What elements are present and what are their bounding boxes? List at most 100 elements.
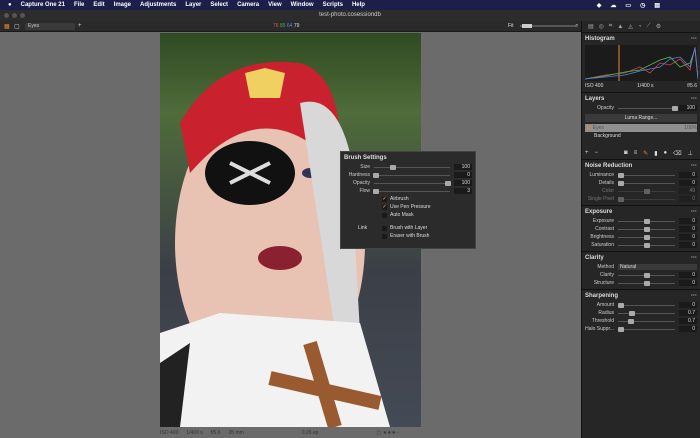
eraser-icon[interactable]: ⌫ [673,150,681,157]
slider-value[interactable]: 0 [679,242,697,248]
slider[interactable] [374,180,452,186]
slider[interactable] [618,272,675,278]
menu-window[interactable]: Window [291,2,314,8]
menu-layer[interactable]: Layer [185,2,201,8]
checkbox-use-pen-pressure[interactable]: ✓ Use Pen Pressure [344,203,472,211]
crop-tab-icon[interactable]: ⌗ [609,23,612,30]
adjustments-tab-icon[interactable]: ⚙ [656,23,661,30]
battery-icon[interactable]: ▭ [625,2,631,9]
menu-file[interactable]: File [74,2,84,8]
slider-value[interactable]: 0 [679,180,697,186]
slider-value[interactable]: 0 [679,326,697,332]
single-view-icon[interactable]: ▢ [14,23,20,30]
slider[interactable] [617,302,675,308]
slider-value[interactable]: 3 [454,188,472,194]
more-icon[interactable]: ··· [691,208,697,217]
slider[interactable] [618,280,675,286]
capture-tab-icon[interactable]: ◎ [599,23,604,30]
checkbox-auto-mask[interactable]: Auto Mask [344,211,472,219]
close-button[interactable] [4,13,9,18]
slider[interactable] [618,318,675,324]
app-menu[interactable]: Capture One 21 [21,2,65,8]
checkbox[interactable] [382,233,387,239]
rating-stars[interactable]: ▢ ★★★·· [376,430,399,436]
layer-item-background[interactable]: Background [585,132,697,140]
checkbox-eraser-with-brush[interactable]: Eraser with Brush [344,232,472,240]
more-icon[interactable]: ··· [691,292,697,301]
zoom-slider[interactable] [520,24,575,28]
layers-opacity-slider[interactable] [618,105,678,111]
slider-value[interactable]: 0 [679,234,697,240]
slider[interactable] [374,164,450,170]
zoom-button[interactable] [20,13,25,18]
slider[interactable] [618,310,675,316]
slider-value[interactable]: 100 [454,164,472,170]
checkbox[interactable]: ✓ [382,196,387,202]
menu-help[interactable]: Help [352,2,365,8]
slider-value[interactable]: 0 [679,172,697,178]
image-viewer[interactable]: ISO 400 1/400 s f/5.6 35 mm 0.26 ep ▢ ★★… [0,32,581,438]
luma-range-button[interactable]: Luma Range... [585,114,697,122]
menu-select[interactable]: Select [210,2,228,8]
menu-camera[interactable]: Camera [237,2,259,8]
apple-icon[interactable]: ● [8,2,12,8]
slider[interactable] [618,226,675,232]
slider[interactable] [372,172,450,178]
exposure-tab-icon[interactable]: ◔ [638,24,642,30]
slider[interactable] [618,242,675,248]
add-layer-icon[interactable]: + [78,23,82,29]
grid-view-icon[interactable]: ▦ [4,23,10,30]
remove-icon[interactable]: − [595,150,599,156]
more-icon[interactable]: ··· [691,254,697,263]
slider[interactable] [617,172,675,178]
checkbox[interactable] [382,225,387,231]
stamp-icon[interactable]: ⊥ [688,150,693,157]
menu-edit[interactable]: Edit [93,2,104,8]
radial-icon[interactable]: ● [664,150,668,156]
checkbox-airbrush[interactable]: ✓ Airbrush [344,195,472,203]
more-icon[interactable]: ··· [691,35,697,44]
library-tab-icon[interactable]: ▤ [588,23,594,30]
minimize-button[interactable] [12,13,17,18]
lens-tab-icon[interactable]: ▲ [617,24,623,30]
more-icon[interactable]: ··· [691,162,697,171]
method-select[interactable]: Natural [618,264,697,270]
checkbox[interactable]: ✓ [382,204,387,210]
menu-adjustments[interactable]: Adjustments [140,2,176,8]
slider-value[interactable]: 49 [679,188,697,194]
slider[interactable] [617,196,675,202]
gradient-icon[interactable]: ▮ [654,150,657,157]
menu-view[interactable]: View [268,2,282,8]
slider[interactable] [618,188,675,194]
slider-value[interactable]: 0 [679,280,697,286]
slider-value[interactable]: 0 [679,218,697,224]
menu-image[interactable]: Image [114,2,131,8]
brush-icon[interactable]: ✎ [643,150,648,157]
slider[interactable] [373,188,450,194]
slider-value[interactable]: 0 [679,196,697,202]
slider[interactable] [617,326,675,332]
zoom-icon[interactable]: ⌕ [575,23,578,30]
drive-icon[interactable]: ▤ [654,2,660,9]
menu-scripts[interactable]: Scripts [323,2,343,8]
slider[interactable] [618,234,675,240]
more-icon[interactable]: ··· [691,95,697,104]
shield-icon[interactable]: ◆ [597,2,602,9]
slider[interactable] [617,180,675,186]
layers-opacity-value[interactable]: 100 [679,105,697,111]
cloud-icon[interactable]: ☁ [610,2,616,9]
slider-value[interactable]: 100 [454,180,472,186]
layer-item-eyes[interactable]: ☑ Eyes 100% [585,124,697,132]
add-icon[interactable]: + [585,150,589,156]
slider-value[interactable]: 0 [679,226,697,232]
mask-icon[interactable]: ◙ [624,150,628,156]
layer-select[interactable]: Eyes [25,23,75,30]
zoom-fit-label[interactable]: Fit [508,23,514,29]
slider[interactable] [618,218,675,224]
checkbox-brush-with-layer[interactable]: Link Brush with Layer [344,224,472,232]
slider-value[interactable]: 0 [679,302,697,308]
color-tab-icon[interactable]: ◬ [628,23,633,30]
slider-value[interactable]: 0.7 [679,310,697,316]
slider-value[interactable]: 0 [454,172,472,178]
slider-value[interactable]: 0 [679,272,697,278]
